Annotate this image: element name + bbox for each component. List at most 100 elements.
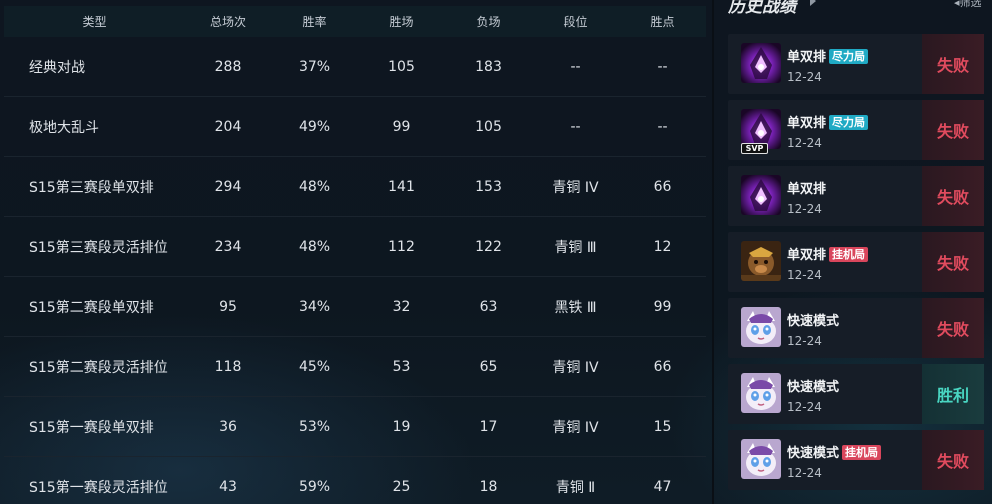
match-tag-badge: 挂机局: [842, 445, 882, 460]
cell-total: 95: [219, 298, 237, 315]
cell-losses: 105: [475, 118, 502, 135]
cat-champion-icon[interactable]: [741, 373, 781, 413]
cell-lp: 66: [653, 178, 672, 195]
match-card[interactable]: 快速模式 12-24 胜利: [728, 364, 984, 424]
header-total[interactable]: 总场次: [185, 13, 271, 30]
table-row[interactable]: 极地大乱斗 204 49% 99 105 -- --: [4, 97, 706, 157]
cell-winrate: 59%: [298, 478, 331, 495]
cell-type: S15第三赛段单双排: [29, 179, 154, 196]
cell-losses: 153: [475, 178, 502, 195]
match-date: 12-24: [787, 70, 822, 84]
cell-winrate: 34%: [298, 298, 331, 315]
match-mode-label: 单双排: [787, 248, 827, 263]
cat-champion-icon[interactable]: [741, 439, 781, 479]
table-row[interactable]: S15第三赛段灵活排位 234 48% 112 122 青铜 Ⅲ 12: [4, 217, 706, 277]
cell-lp: 66: [653, 358, 672, 375]
match-date: 12-24: [787, 400, 822, 414]
void-champion-icon[interactable]: [741, 43, 781, 83]
cell-rank: 黑铁 Ⅲ: [554, 299, 597, 316]
match-mode-label: 快速模式: [787, 314, 840, 329]
match-card[interactable]: 快速模式 挂机局 12-24 失败: [728, 430, 984, 490]
match-date: 12-24: [787, 268, 822, 282]
cell-type: 极地大乱斗: [29, 119, 99, 136]
cell-lp: 99: [653, 298, 672, 315]
table-row[interactable]: S15第二赛段单双排 95 34% 32 63 黑铁 Ⅲ 99: [4, 277, 706, 337]
match-mode: 单双排 尽力局: [787, 112, 869, 131]
match-card[interactable]: SVP 单双排 尽力局 12-24 失败: [728, 100, 984, 160]
cell-rank: 青铜 Ⅱ: [555, 479, 596, 496]
table-row[interactable]: S15第二赛段灵活排位 118 45% 53 65 青铜 IV 66: [4, 337, 706, 397]
match-card[interactable]: 单双排 12-24 失败: [728, 166, 984, 226]
stats-table: 类型 总场次 胜率 胜场 负场 段位 胜点 经典对战 288 37% 105 183 --…: [4, 6, 706, 504]
cat-champion-icon[interactable]: [741, 307, 781, 347]
match-result: 失败: [922, 100, 984, 160]
cell-total: 204: [214, 118, 242, 135]
match-tag-badge: 挂机局: [829, 247, 869, 262]
match-result: 失败: [922, 430, 984, 490]
match-mode-label: 单双排: [787, 182, 827, 197]
cell-lp: --: [657, 118, 668, 135]
cell-winrate: 48%: [298, 178, 331, 195]
cell-rank: 青铜 IV: [552, 419, 599, 436]
header-winrate[interactable]: 胜率: [271, 13, 358, 30]
match-tag-badge: 尽力局: [829, 49, 869, 64]
table-row[interactable]: S15第一赛段单双排 36 53% 19 17 青铜 IV 15: [4, 397, 706, 457]
match-date: 12-24: [787, 136, 822, 150]
match-card[interactable]: 快速模式 12-24 失败: [728, 298, 984, 358]
match-mode-label: 单双排: [787, 50, 827, 65]
cell-lp: 47: [653, 478, 672, 495]
match-result: 失败: [922, 232, 984, 292]
header-type[interactable]: 类型: [4, 13, 185, 30]
cell-total: 36: [219, 418, 237, 435]
monkey-champion-icon[interactable]: [741, 241, 781, 281]
cell-wins: 112: [388, 238, 415, 255]
cell-type: S15第一赛段单双排: [29, 419, 154, 436]
cell-winrate: 49%: [298, 118, 331, 135]
header-losses[interactable]: 负场: [445, 13, 532, 30]
header-lp[interactable]: 胜点: [619, 13, 706, 30]
header-wins[interactable]: 胜场: [358, 13, 445, 30]
cell-wins: 99: [392, 118, 411, 135]
match-date: 12-24: [787, 466, 822, 480]
match-mode-label: 单双排: [787, 116, 827, 131]
filter-button[interactable]: ◂筛选: [954, 0, 982, 10]
cell-total: 234: [214, 238, 242, 255]
cell-lp: 15: [653, 418, 672, 435]
cell-losses: 18: [479, 478, 498, 495]
caret-right-icon[interactable]: [810, 0, 816, 6]
match-mode-label: 快速模式: [787, 380, 840, 395]
table-row[interactable]: 经典对战 288 37% 105 183 -- --: [4, 37, 706, 97]
cell-wins: 25: [392, 478, 411, 495]
match-card[interactable]: 单双排 挂机局 12-24 失败: [728, 232, 984, 292]
match-mode: 快速模式 挂机局: [787, 442, 882, 461]
match-mode: 快速模式: [787, 376, 839, 395]
table-row[interactable]: S15第一赛段灵活排位 43 59% 25 18 青铜 Ⅱ 47: [4, 457, 706, 504]
match-result: 失败: [922, 298, 984, 358]
match-card[interactable]: 单双排 尽力局 12-24 失败: [728, 34, 984, 94]
filter-label: 筛选: [959, 0, 982, 9]
void-champion-icon[interactable]: [741, 175, 781, 215]
match-mode: 单双排 挂机局: [787, 244, 869, 263]
match-history-panel: 历史战绩 ◂筛选 单双排 尽力局 12-24 失败 SVP 单双排 尽力局 12-24 失败 单双…: [714, 0, 992, 504]
cell-losses: 183: [475, 58, 502, 75]
header-rank[interactable]: 段位: [532, 13, 619, 30]
cell-wins: 141: [388, 178, 415, 195]
stats-table-header: 类型 总场次 胜率 胜场 负场 段位 胜点: [4, 6, 706, 37]
match-mode: 单双排 尽力局: [787, 46, 869, 65]
cell-type: S15第三赛段灵活排位: [29, 239, 168, 256]
cell-wins: 19: [392, 418, 411, 435]
cell-rank: 青铜 IV: [552, 359, 599, 376]
cell-losses: 63: [479, 298, 498, 315]
cell-type: S15第二赛段灵活排位: [29, 359, 168, 376]
match-tag-badge: 尽力局: [829, 115, 869, 130]
match-history-title: 历史战绩: [728, 0, 796, 17]
cell-lp: --: [657, 58, 668, 75]
svp-badge: SVP: [741, 143, 768, 154]
cell-total: 43: [219, 478, 237, 495]
table-row[interactable]: S15第三赛段单双排 294 48% 141 153 青铜 IV 66: [4, 157, 706, 217]
cell-rank: --: [570, 58, 581, 75]
cell-total: 288: [214, 58, 242, 75]
cell-winrate: 37%: [298, 58, 331, 75]
cell-type: S15第二赛段单双排: [29, 299, 154, 316]
match-mode: 快速模式: [787, 310, 839, 329]
